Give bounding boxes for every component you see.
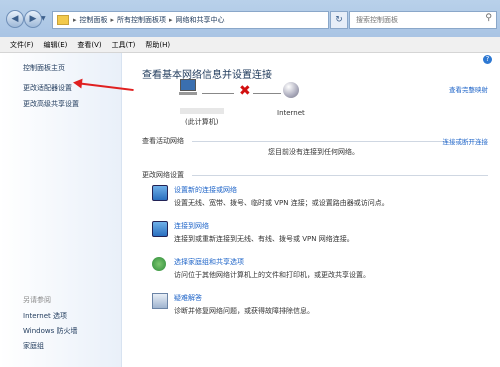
sidebar-link-control-panel-home[interactable]: 控制面板主页 [23,63,65,73]
section-divider [192,141,447,142]
breadcrumb-chevron-icon[interactable]: ▸ [169,16,173,24]
menu-view[interactable]: 查看(V) [77,40,101,50]
computer-label: (此计算机) [185,118,219,126]
internet-label: Internet [277,109,305,117]
network-setup-icon[interactable] [152,185,168,201]
troubleshoot-icon[interactable] [152,293,168,309]
task-description: 连接到或重新连接到无线、有线、拨号或 VPN 网络连接。 [174,235,354,243]
task-title[interactable]: 疑难解答 [174,293,202,303]
search-icon[interactable]: ⚲ [485,13,492,23]
address-bar[interactable]: ▸ 控制面板 ▸ 所有控制面板项 ▸ 网络和共享中心 [52,11,329,29]
sidebar: 控制面板主页 更改适配器设置 更改高级共享设置 另请参阅 Internet 选项… [0,53,122,367]
breadcrumb-chevron-icon[interactable]: ▸ [111,16,115,24]
page-title: 查看基本网络信息并设置连接 [142,70,272,81]
breadcrumb-chevron-icon[interactable]: ▸ [73,16,77,24]
task-title[interactable]: 连接到网络 [174,221,209,231]
sidebar-link-windows-firewall[interactable]: Windows 防火墙 [23,326,77,336]
network-link-line [253,93,281,94]
computer-icon [178,79,198,95]
task-description: 诊断并修复网络问题，或获得故障排除信息。 [174,307,314,315]
sidebar-link-change-adapter-settings[interactable]: 更改适配器设置 [23,83,72,93]
breadcrumb-control-panel[interactable]: 控制面板 [80,15,108,25]
menu-edit[interactable]: 编辑(E) [44,40,68,50]
sidebar-link-internet-options[interactable]: Internet 选项 [23,311,67,321]
sidebar-see-also-heading: 另请参阅 [23,296,51,304]
computer-name-redacted [180,108,224,114]
task-title[interactable]: 选择家庭组和共享选项 [174,257,244,267]
menu-tools[interactable]: 工具(T) [112,40,136,50]
menu-bar: 文件(F) 编辑(E) 查看(V) 工具(T) 帮助(H) [0,37,500,53]
sidebar-link-homegroup[interactable]: 家庭组 [23,341,44,351]
task-description: 设置无线、宽带、拨号、临时或 VPN 连接；或设置路由器或访问点。 [174,199,389,207]
not-connected-message: 您目前没有连接到任何网络。 [268,148,359,156]
folder-icon [57,15,69,25]
task-description: 访问位于其他网络计算机上的文件和打印机，或更改共享设置。 [174,271,370,279]
disconnected-x-icon: ✖ [239,83,251,99]
menu-help[interactable]: 帮助(H) [145,40,170,50]
internet-globe-icon [283,82,299,98]
connect-disconnect-link[interactable]: 连接或断开连接 [443,136,489,146]
window-titlebar: ◀ ▶ ▼ ▸ 控制面板 ▸ 所有控制面板项 ▸ 网络和共享中心 ↻ ⚲ [0,0,500,38]
forward-button[interactable]: ▶ [24,10,42,28]
history-dropdown-icon[interactable]: ▼ [41,15,46,22]
full-map-link[interactable]: 查看完整映射 [449,84,488,94]
change-settings-heading: 更改网络设置 [142,171,184,179]
main-content: ? 查看基本网络信息并设置连接 查看完整映射 ✖ (此计算机) Internet… [122,53,500,367]
search-box[interactable]: ⚲ [349,11,497,29]
connect-network-icon[interactable] [152,221,168,237]
search-input[interactable] [354,12,478,28]
task-title[interactable]: 设置新的连接或网络 [174,185,237,195]
homegroup-icon[interactable] [152,257,166,271]
sidebar-link-advanced-sharing[interactable]: 更改高级共享设置 [23,99,79,109]
active-networks-heading: 查看活动网络 [142,137,184,145]
breadcrumb-all-items[interactable]: 所有控制面板项 [117,15,166,25]
back-button[interactable]: ◀ [6,10,24,28]
breadcrumb-network-center[interactable]: 网络和共享中心 [176,15,225,25]
help-icon[interactable]: ? [483,55,492,64]
refresh-button[interactable]: ↻ [330,11,348,29]
menu-file[interactable]: 文件(F) [10,40,34,50]
network-link-line [202,93,234,94]
section-divider [192,175,488,176]
